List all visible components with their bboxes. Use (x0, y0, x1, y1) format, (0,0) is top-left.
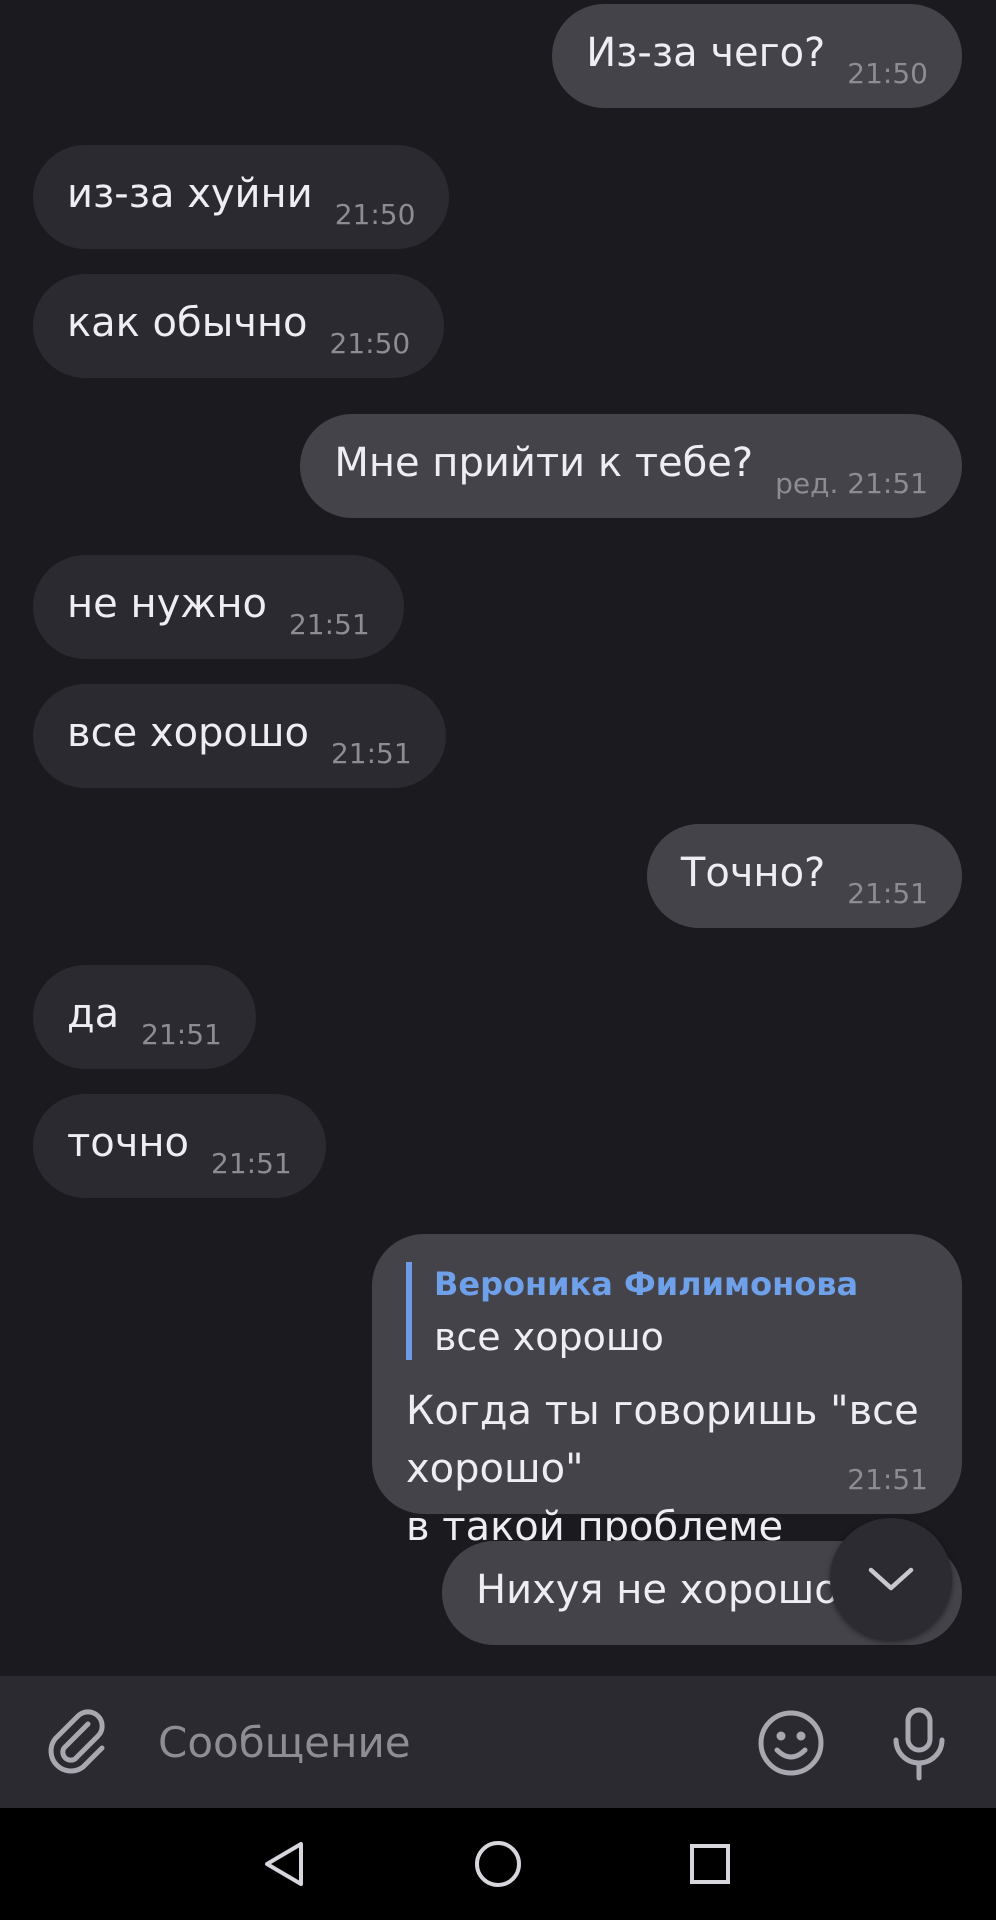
message-text: Точно? (680, 850, 826, 896)
message-list[interactable]: Из-за чего? 21:50 из-за хуйни 21:50 как … (0, 0, 996, 1676)
paperclip-icon (48, 1709, 105, 1774)
message-time: 21:51 (847, 877, 928, 910)
message-input[interactable] (158, 1704, 718, 1780)
circle-home-icon (475, 1841, 521, 1887)
reply-quote-text: все хорошо (434, 1315, 664, 1359)
system-navigation-bar (0, 1808, 996, 1920)
message-time: 21:51 (211, 1147, 292, 1180)
message-text: Из-за чего? (586, 30, 826, 76)
message-time: 21:51 (847, 1463, 928, 1496)
attach-button[interactable] (42, 1706, 114, 1778)
square-recents-icon (690, 1844, 730, 1884)
message-bubble-outgoing[interactable]: Мне прийти к тебе? ред. 21:51 (300, 414, 962, 518)
chevron-down-icon (868, 1567, 914, 1591)
message-text: Нихуя не хорошо (476, 1567, 839, 1613)
triangle-back-icon (265, 1842, 303, 1886)
message-time: 21:51 (288, 608, 370, 641)
message-bubble-incoming[interactable]: все хорошо 21:51 (33, 684, 446, 788)
voice-record-button[interactable] (884, 1706, 954, 1782)
microphone-icon (893, 1707, 945, 1781)
chat-screen: Из-за чего? 21:50 из-за хуйни 21:50 как … (0, 0, 996, 1920)
message-time: ред. 21:51 (775, 467, 928, 500)
emoji-button[interactable] (756, 1708, 826, 1778)
nav-home-button[interactable] (468, 1834, 528, 1894)
reply-quote-author: Вероника Филимонова (434, 1265, 859, 1303)
nav-back-button[interactable] (254, 1834, 314, 1894)
message-text: как обычно (67, 300, 308, 346)
message-text: из-за хуйни (67, 171, 313, 217)
message-text: Мне прийти к тебе? (334, 440, 754, 486)
message-bubble-incoming[interactable]: как обычно 21:50 (33, 274, 445, 378)
message-bubble-incoming[interactable]: из-за хуйни 21:50 (33, 145, 450, 249)
message-time: 21:51 (141, 1018, 222, 1051)
message-bubble-reply[interactable]: Вероника Филимонова все хорошо Когда ты … (372, 1234, 962, 1550)
message-text: точно (67, 1120, 190, 1166)
reply-quote[interactable]: Вероника Филимонова все хорошо (406, 1262, 906, 1360)
message-bubble-incoming[interactable]: точно 21:51 (33, 1094, 326, 1198)
message-time: 21:51 (330, 737, 412, 770)
message-text: не нужно (67, 581, 267, 627)
smiley-icon (758, 1710, 824, 1776)
message-text: все хорошо (67, 710, 309, 756)
message-bubble-incoming[interactable]: не нужно 21:51 (33, 555, 404, 659)
message-time: 21:50 (334, 198, 416, 231)
message-time: 21:50 (329, 327, 411, 360)
message-bubble-outgoing[interactable]: Точно? 21:51 (646, 824, 962, 928)
message-bubble-incoming[interactable]: да 21:51 (33, 965, 256, 1069)
message-text: да (67, 991, 120, 1037)
nav-recents-button[interactable] (680, 1834, 740, 1894)
message-composer (0, 1676, 996, 1808)
scroll-down-button[interactable] (830, 1518, 952, 1640)
message-time: 21:50 (847, 57, 928, 90)
message-bubble-outgoing[interactable]: Из-за чего? 21:50 (552, 4, 962, 108)
